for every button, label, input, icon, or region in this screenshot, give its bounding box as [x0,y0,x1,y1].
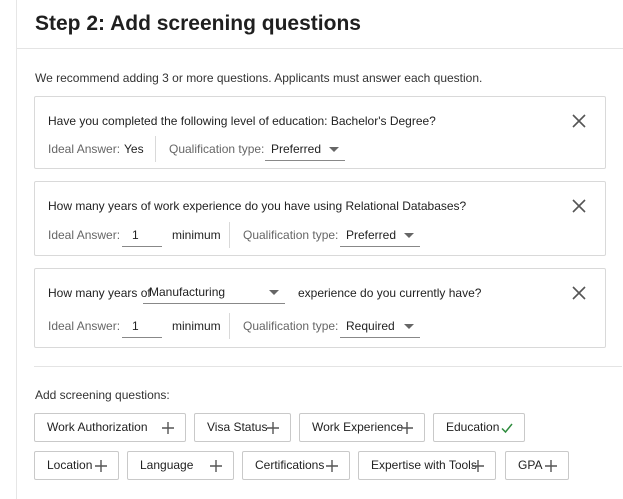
chip-label: Location [47,458,93,472]
screening-panel: Step 2: Add screening questions We recom… [16,0,623,499]
question-card-1: Have you completed the following level o… [34,96,606,169]
question-card-3: How many years of Manufacturing experien… [34,268,606,348]
experience-area-value: Manufacturing [149,285,226,299]
plus-icon [267,422,279,434]
chip-location[interactable]: Location [34,451,119,480]
close-icon[interactable] [571,198,587,214]
chip-gpa[interactable]: GPA [505,451,569,480]
step-number: Step 2: [35,12,106,35]
chip-certifications[interactable]: Certifications [242,451,350,480]
chip-label: Expertise with Tools [371,458,477,472]
step-title-text: Add screening questions [110,12,361,35]
question-text: How many years of work experience do you… [48,199,467,213]
experience-area-select[interactable]: Manufacturing [143,280,285,304]
chip-label: Education [446,420,500,434]
question-card-2: How many years of work experience do you… [34,181,606,256]
caret-down-icon [404,324,414,329]
close-icon[interactable] [571,113,587,129]
row-separator [229,222,230,248]
minimum-label: minimum [172,319,221,333]
close-icon[interactable] [571,285,587,301]
chip-work-authorization[interactable]: Work Authorization [34,413,186,442]
chip-visa-status[interactable]: Visa Status [194,413,291,442]
answer-row: Ideal Answer: 1 minimum Qualification ty… [48,313,588,339]
ideal-answer-label: Ideal Answer: [48,319,121,333]
chip-label: GPA [518,458,543,472]
answer-row: Ideal Answer: Yes Qualification type: Pr… [48,136,588,162]
plus-icon [95,460,107,472]
caret-down-icon [329,147,339,152]
qualification-type-label: Qualification type: [243,319,339,333]
chip-label: Language [140,458,194,472]
question-text-prefix: How many years of [48,286,151,300]
page-title: Step 2: Add screening questions [35,12,361,36]
chip-work-experience[interactable]: Work Experience [299,413,425,442]
chip-expertise-with-tools[interactable]: Expertise with Tools [358,451,496,480]
chip-label: Work Authorization [47,420,148,434]
chip-label: Work Experience [312,420,404,434]
caret-down-icon [404,233,414,238]
qualification-type-select[interactable]: Preferred [340,223,420,247]
question-text-suffix: experience do you currently have? [298,286,482,300]
chip-language[interactable]: Language [127,451,234,480]
chip-label: Certifications [255,458,325,472]
plus-icon [162,422,174,434]
caret-down-icon [269,290,279,295]
row-separator [155,136,156,162]
qualification-type-value: Preferred [271,142,322,156]
qualification-type-label: Qualification type: [243,228,339,242]
plus-icon [472,460,484,472]
ideal-answer-input[interactable]: 1 [122,223,162,247]
plus-icon [326,460,338,472]
question-text: Have you completed the following level o… [48,114,436,128]
qualification-type-select[interactable]: Preferred [265,137,345,161]
intro-text: We recommend adding 3 or more questions.… [35,71,483,85]
ideal-answer-value: Yes [124,142,144,156]
ideal-answer-label: Ideal Answer: [48,142,121,156]
minimum-label: minimum [172,228,221,242]
qualification-type-select[interactable]: Required [340,314,420,338]
qualification-type-value: Required [346,319,395,333]
add-questions-label: Add screening questions: [35,388,170,402]
chip-label: Visa Status [207,420,268,434]
plus-icon [401,422,413,434]
check-icon [501,423,513,434]
section-divider [34,366,622,367]
chip-education[interactable]: Education [433,413,525,442]
plus-icon [210,460,222,472]
row-separator [229,313,230,339]
plus-icon [545,460,557,472]
header-divider [17,48,623,49]
qualification-type-value: Preferred [346,228,397,242]
qualification-type-label: Qualification type: [169,142,265,156]
answer-row: Ideal Answer: 1 minimum Qualification ty… [48,222,588,248]
ideal-answer-label: Ideal Answer: [48,228,121,242]
ideal-answer-input[interactable]: 1 [122,314,162,338]
